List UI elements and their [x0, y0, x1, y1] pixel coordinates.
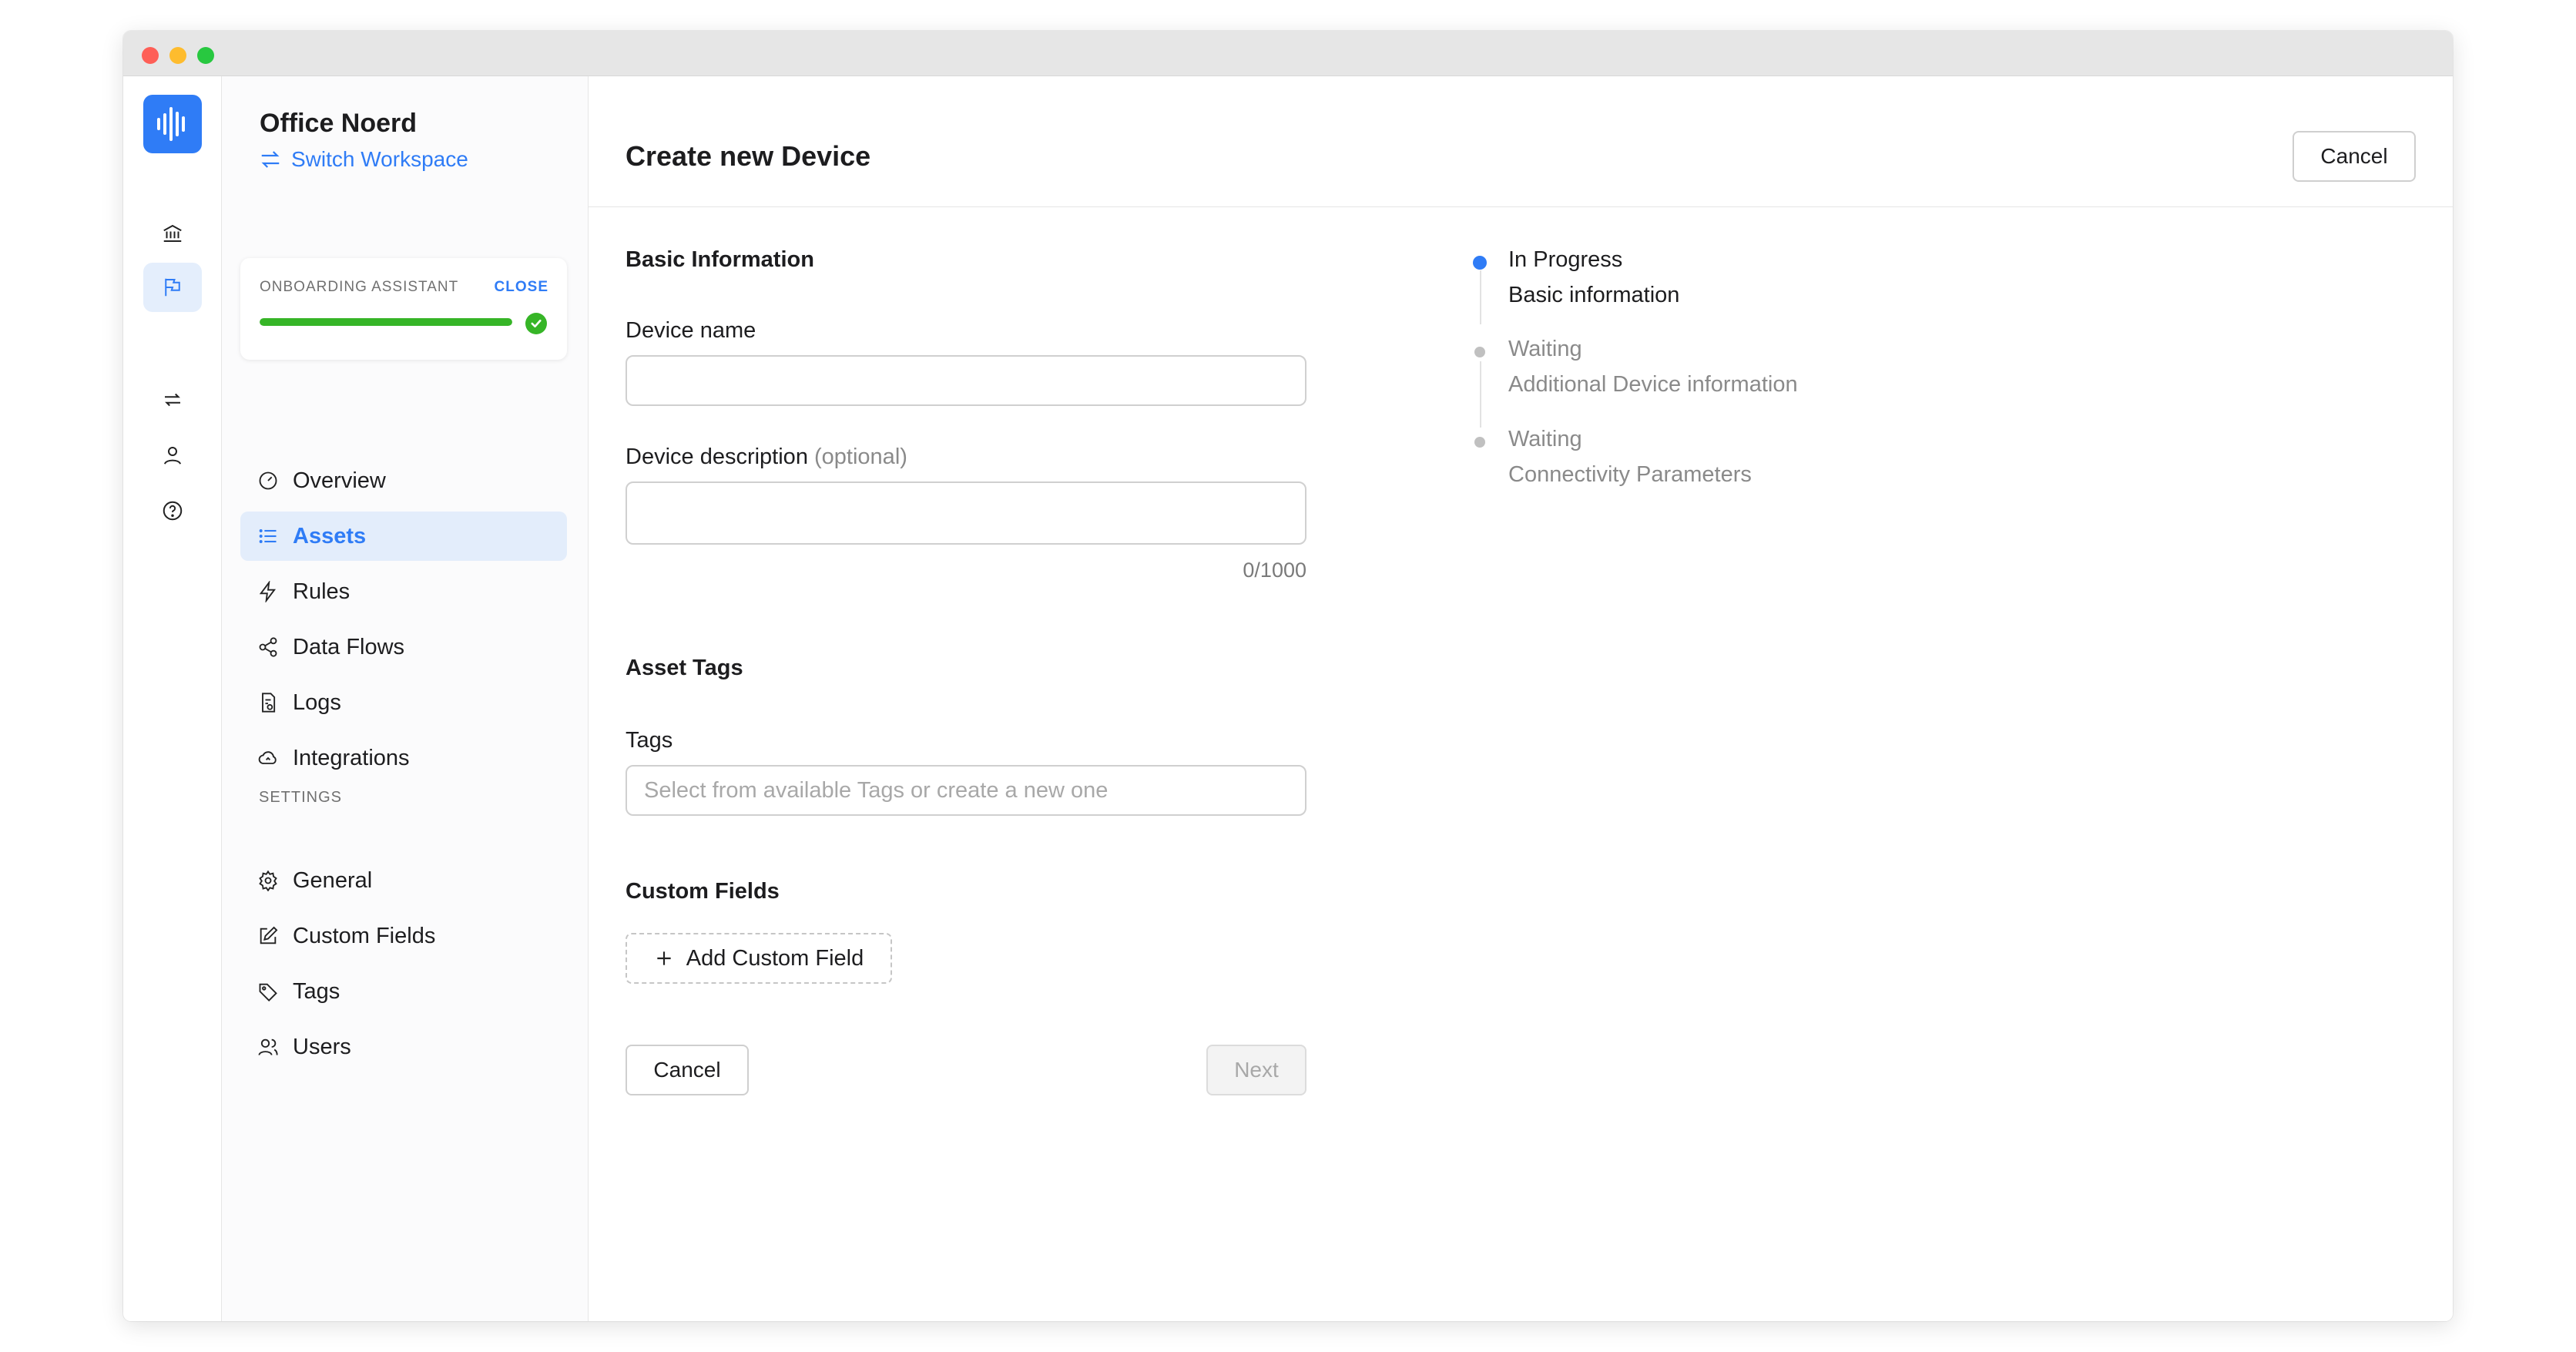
- main-content: Create new Device Cancel Basic Informati…: [589, 76, 2453, 1321]
- nav-item-general[interactable]: General: [240, 856, 567, 905]
- users-icon: [258, 1038, 278, 1055]
- rail-repeat-button[interactable]: [143, 375, 202, 424]
- workspace-name: Office Noerd: [260, 109, 418, 138]
- bank-icon: [163, 224, 182, 242]
- user-icon: [164, 447, 181, 465]
- form-cancel-button[interactable]: Cancel: [626, 1045, 749, 1095]
- rail-user-button[interactable]: [143, 431, 202, 480]
- nav-label: Assets: [293, 523, 367, 549]
- device-description-label-text: Device description: [626, 445, 808, 469]
- page-title: Create new Device: [626, 140, 871, 172]
- nav-item-rules[interactable]: Rules: [240, 567, 567, 616]
- device-name-input[interactable]: [626, 355, 1306, 406]
- close-window-button[interactable]: [142, 47, 159, 64]
- nav-item-data-flows[interactable]: Data Flows: [240, 622, 567, 672]
- onboarding-label: ONBOARDING ASSISTANT: [260, 279, 459, 295]
- cloud-icon: [258, 751, 277, 764]
- share-icon: [259, 637, 277, 657]
- plus-icon: [657, 951, 671, 965]
- nav-item-users[interactable]: Users: [240, 1022, 567, 1072]
- repeat-icon: [165, 393, 180, 407]
- step-active-dot: [1473, 256, 1487, 270]
- rail-help-button[interactable]: [143, 486, 202, 535]
- step-waiting-dot: [1474, 347, 1485, 357]
- tag-icon: [259, 983, 277, 1001]
- nav-label: Integrations: [293, 745, 410, 770]
- list-icon: [259, 529, 277, 543]
- nav-label: Users: [293, 1034, 351, 1059]
- check-icon: [525, 313, 547, 334]
- log-file-icon: [262, 693, 276, 713]
- header-cancel-button[interactable]: Cancel: [2293, 131, 2416, 182]
- description-character-counter: 0/1000: [1243, 559, 1306, 582]
- step-waiting-dot: [1474, 437, 1485, 448]
- app-logo[interactable]: [143, 95, 202, 153]
- step-status: In Progress: [1508, 247, 1623, 272]
- asset-tags-title: Asset Tags: [626, 656, 743, 680]
- swap-icon: [261, 151, 280, 168]
- maximize-window-button[interactable]: [197, 47, 214, 64]
- step-name: Basic information: [1508, 283, 1680, 307]
- onboarding-progress-bar: [260, 318, 512, 326]
- nav-label: Overview: [293, 468, 386, 493]
- soundwave-logo-icon: [157, 107, 185, 141]
- switch-workspace-link[interactable]: Switch Workspace: [259, 147, 468, 172]
- gear-icon: [259, 870, 277, 891]
- onboarding-progress-fill: [260, 318, 512, 326]
- nav-item-assets[interactable]: Assets: [240, 512, 567, 561]
- basic-information-title: Basic Information: [626, 247, 814, 272]
- stepper-connector: [1480, 361, 1481, 428]
- app-window: Office Noerd Switch Workspace ONBOARDING…: [123, 31, 2453, 1321]
- step-name: Connectivity Parameters: [1508, 462, 1752, 487]
- nav-item-overview[interactable]: Overview: [240, 456, 567, 505]
- device-name-label: Device name: [626, 318, 756, 343]
- title-bar: [123, 31, 2453, 76]
- icon-rail: [123, 76, 222, 1321]
- nav-item-integrations[interactable]: Integrations: [240, 733, 567, 783]
- next-button[interactable]: Next: [1206, 1045, 1306, 1095]
- settings-header: SETTINGS: [259, 789, 343, 806]
- flag-icon: [165, 278, 180, 297]
- minimize-window-button[interactable]: [169, 47, 186, 64]
- nav-label: Tags: [293, 978, 340, 1004]
- bolt-icon: [259, 581, 277, 602]
- rail-flag-button[interactable]: [143, 263, 202, 312]
- sidebar: Office Noerd Switch Workspace ONBOARDING…: [222, 76, 589, 1321]
- nav-label: Logs: [293, 689, 341, 715]
- nav-label: Rules: [293, 579, 351, 604]
- step-status: Waiting: [1508, 427, 1582, 451]
- edit-icon: [260, 926, 278, 944]
- tags-label: Tags: [626, 728, 673, 753]
- nav-label: General: [293, 867, 373, 893]
- onboarding-close-button[interactable]: CLOSE: [495, 279, 548, 296]
- switch-workspace-label: Switch Workspace: [291, 147, 468, 171]
- device-description-input[interactable]: [626, 481, 1306, 545]
- custom-fields-title: Custom Fields: [626, 879, 780, 904]
- nav-label: Data Flows: [293, 634, 405, 659]
- stepper-connector: [1480, 270, 1481, 324]
- add-custom-field-label: Add Custom Field: [686, 945, 864, 971]
- gauge-icon: [259, 471, 277, 490]
- nav-item-logs[interactable]: Logs: [240, 678, 567, 727]
- onboarding-assistant-card: ONBOARDING ASSISTANT CLOSE: [240, 258, 567, 360]
- device-description-label: Device description (optional): [626, 445, 907, 470]
- optional-hint: (optional): [814, 445, 907, 469]
- nav-item-tags[interactable]: Tags: [240, 967, 567, 1016]
- step-status: Waiting: [1508, 337, 1582, 361]
- nav-label: Custom Fields: [293, 923, 436, 948]
- step-name: Additional Device information: [1508, 372, 1798, 397]
- tags-input[interactable]: [626, 765, 1306, 816]
- page-header: Create new Device Cancel: [589, 76, 2453, 207]
- help-icon: [163, 501, 183, 521]
- add-custom-field-button[interactable]: Add Custom Field: [626, 933, 892, 984]
- rail-bank-button[interactable]: [143, 209, 202, 258]
- nav-item-custom-fields[interactable]: Custom Fields: [240, 911, 567, 961]
